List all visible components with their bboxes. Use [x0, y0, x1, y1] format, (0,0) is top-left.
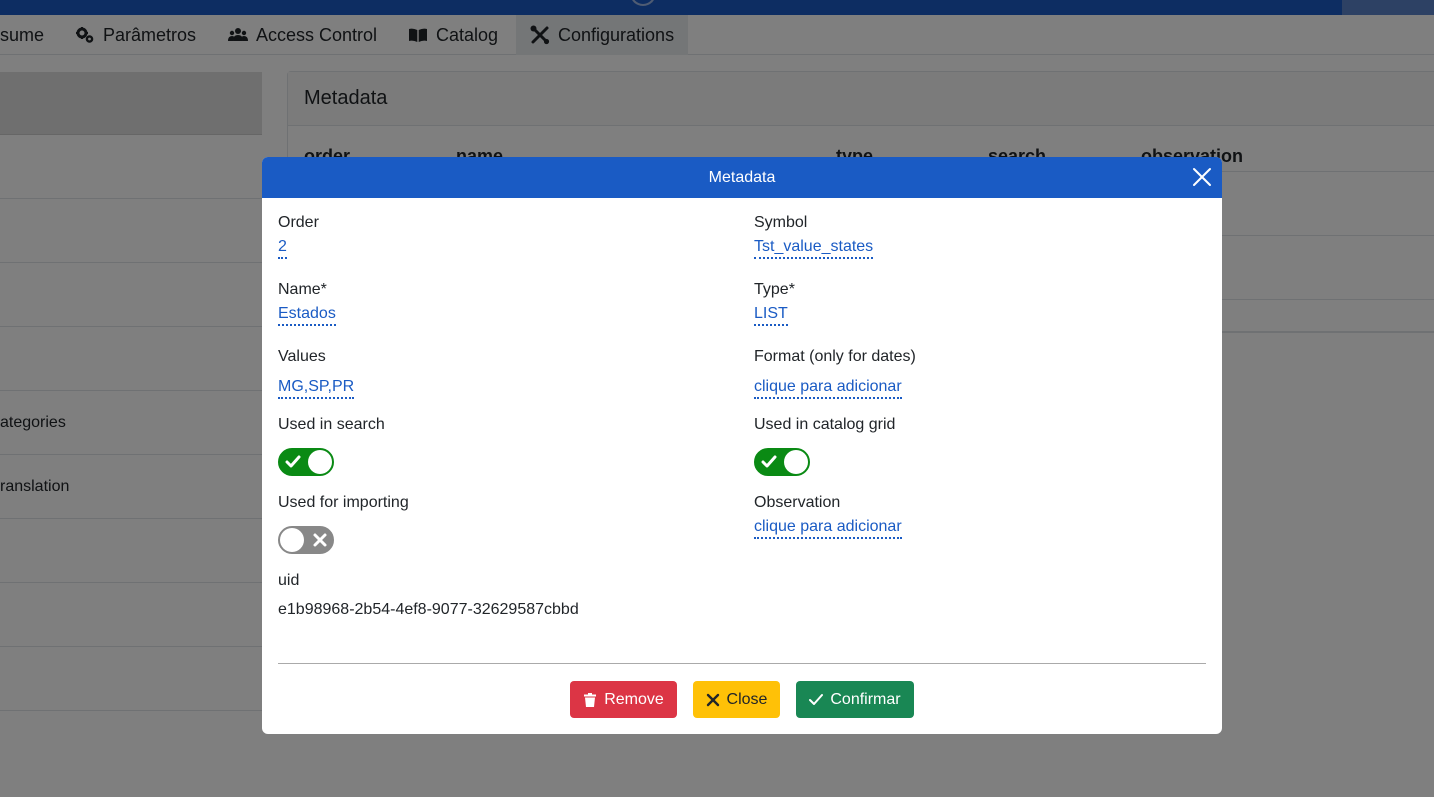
observation-field: Observation clique para adicionar: [754, 494, 1204, 561]
uid-value: e1b98968-2b54-4ef8-9077-32629587cbbd: [278, 601, 579, 618]
check-icon: [761, 455, 777, 468]
format-label: Format (only for dates): [754, 348, 916, 365]
remove-button-label: Remove: [604, 690, 664, 708]
values-label: Values: [278, 348, 326, 365]
type-label: Type*: [754, 281, 795, 298]
close-button-label: Close: [726, 690, 768, 708]
modal-right-column: Symbol Tst_value_states Type* LIST Forma…: [754, 214, 1204, 561]
values-value[interactable]: MG,SP,PR: [278, 378, 355, 399]
symbol-value[interactable]: Tst_value_states: [754, 238, 874, 259]
format-field: Format (only for dates) clique para adic…: [754, 348, 1204, 416]
used-for-importing-toggle[interactable]: [278, 526, 334, 554]
format-value[interactable]: clique para adicionar: [754, 378, 902, 399]
used-in-catalog-grid-label: Used in catalog grid: [754, 416, 896, 433]
symbol-label: Symbol: [754, 214, 808, 231]
order-field: Order 2: [278, 214, 728, 281]
name-label: Name*: [278, 281, 327, 298]
used-for-importing-field: Used for importing: [278, 494, 728, 572]
x-icon: [313, 533, 327, 547]
modal-left-column: Order 2 Name* Estados Values MG,SP,PR Us…: [278, 214, 728, 639]
confirm-button[interactable]: Confirmar: [796, 681, 914, 718]
name-value[interactable]: Estados: [278, 305, 336, 326]
used-for-importing-label: Used for importing: [278, 494, 409, 511]
x-icon: [706, 693, 719, 706]
close-button[interactable]: Close: [693, 681, 780, 718]
modal-header: Metadata: [262, 157, 1222, 198]
symbol-field: Symbol Tst_value_states: [754, 214, 1204, 281]
confirm-button-label: Confirmar: [830, 690, 901, 708]
check-icon: [809, 693, 824, 705]
type-field: Type* LIST: [754, 281, 1204, 348]
metadata-modal: Metadata Order 2 Name* Estados Values MG…: [262, 157, 1222, 734]
trash-icon: [584, 692, 597, 707]
toggle-knob: [784, 450, 808, 474]
uid-label: uid: [278, 572, 300, 589]
uid-field: uid e1b98968-2b54-4ef8-9077-32629587cbbd: [278, 572, 728, 639]
close-icon[interactable]: [1192, 167, 1212, 187]
type-value[interactable]: LIST: [754, 305, 788, 326]
toggle-knob: [280, 528, 304, 552]
used-in-search-label: Used in search: [278, 416, 385, 433]
check-icon: [285, 455, 301, 468]
used-in-search-toggle[interactable]: [278, 448, 334, 476]
name-field: Name* Estados: [278, 281, 728, 348]
modal-divider: [278, 663, 1206, 664]
values-field: Values MG,SP,PR: [278, 348, 728, 416]
observation-label: Observation: [754, 494, 841, 511]
used-in-catalog-grid-field: Used in catalog grid: [754, 416, 1204, 494]
toggle-knob: [308, 450, 332, 474]
order-label: Order: [278, 214, 319, 231]
used-in-search-field: Used in search: [278, 416, 728, 494]
used-in-catalog-grid-toggle[interactable]: [754, 448, 810, 476]
order-value[interactable]: 2: [278, 238, 287, 259]
modal-title: Metadata: [708, 168, 776, 186]
remove-button[interactable]: Remove: [570, 681, 677, 718]
observation-value[interactable]: clique para adicionar: [754, 518, 902, 539]
